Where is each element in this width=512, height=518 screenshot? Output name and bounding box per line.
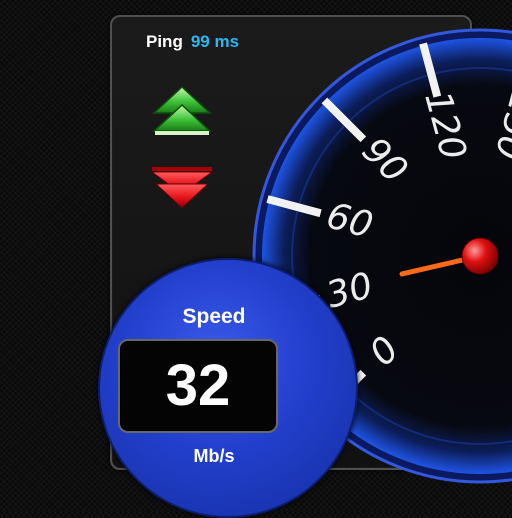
gauge-needle-hub [461,237,499,275]
speed-label: Speed [182,305,246,328]
speed-unit: Mb/s [193,446,235,466]
speed-value: 32 [165,353,231,418]
